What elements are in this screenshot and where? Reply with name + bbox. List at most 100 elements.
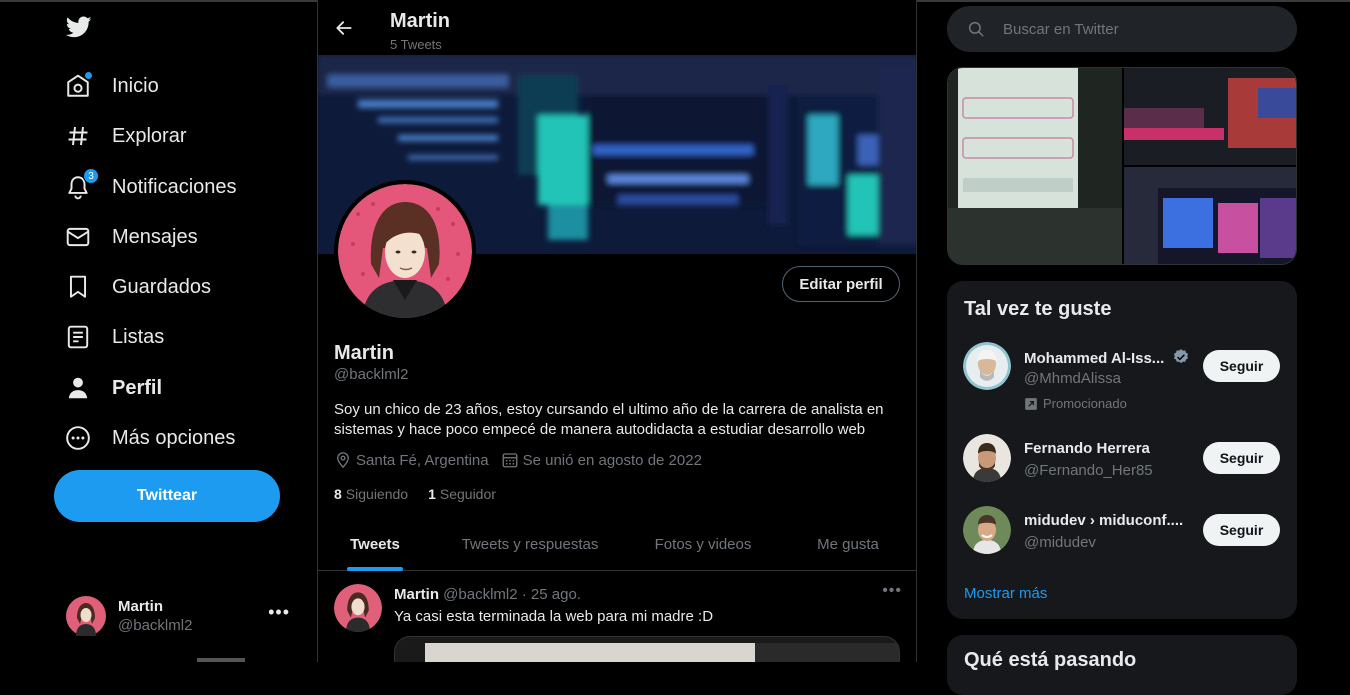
follow-button[interactable]: Seguir	[1203, 442, 1280, 474]
tweet-meta: @backlml2 · 25 ago.	[443, 586, 581, 603]
suggestion-handle: @Fernando_Her85	[1024, 462, 1153, 479]
joined-item: Se unió en agosto de 2022	[501, 451, 702, 469]
followers-link[interactable]: 1 Seguidor	[428, 486, 496, 502]
tab-me-gusta[interactable]: Me gusta	[778, 518, 916, 571]
nav-label: Inicio	[112, 74, 159, 97]
tweet-author[interactable]: Martin	[394, 586, 439, 603]
profile-name: Martin	[334, 342, 394, 364]
nav-label: Más opciones	[112, 426, 236, 449]
following-link[interactable]: 8 Siguiendo	[334, 486, 408, 502]
right-sidebar: Tal vez te guste Mohammed Al-Iss... @Mhm…	[947, 0, 1297, 695]
avatar	[963, 434, 1011, 482]
search-input[interactable]	[1003, 20, 1263, 38]
suggestion-row[interactable]: midudev › miduconf.... @midudev Seguir	[947, 506, 1297, 578]
profile-header: Martin 5 Tweets	[318, 0, 916, 54]
joined-text: Se unió en agosto de 2022	[522, 451, 702, 469]
suggestion-handle: @MhmdAlissa	[1024, 370, 1121, 387]
calendar-icon	[502, 453, 518, 468]
nav-item-perfil[interactable]: Perfil	[64, 366, 162, 410]
nav-item-listas[interactable]: Listas	[64, 315, 164, 359]
bookmark-icon	[64, 273, 92, 301]
unread-dot	[85, 72, 92, 79]
tweet-header: Martin @backlml2 · 25 ago.	[394, 586, 581, 603]
tab-tweets[interactable]: Tweets	[318, 518, 432, 571]
follow-stats: 8 Siguiendo 1 Seguidor	[334, 486, 516, 502]
nav-item-mensajes[interactable]: Mensajes	[64, 215, 198, 259]
account-name: Martin	[118, 598, 163, 615]
follow-button[interactable]: Seguir	[1203, 514, 1280, 546]
who-to-follow-card: Tal vez te guste Mohammed Al-Iss... @Mhm…	[947, 281, 1297, 619]
avatar	[66, 596, 106, 636]
location-item: Santa Fé, Argentina	[334, 451, 489, 469]
following-count: 8	[334, 486, 342, 502]
twitter-logo-icon[interactable]	[64, 14, 96, 44]
nav-label: Mensajes	[112, 225, 198, 248]
nav-label: Perfil	[112, 376, 163, 399]
nav-label: Notificaciones	[112, 175, 237, 198]
tweet-item[interactable]: Martin @backlml2 · 25 ago. ••• Ya casi e…	[318, 572, 916, 662]
suggestion-name: Mohammed Al-Iss...	[1024, 348, 1190, 367]
followers-count: 1	[428, 486, 436, 502]
bell-icon: 3	[64, 168, 99, 201]
profile-tabs: Tweets Tweets y respuestas Fotos y video…	[318, 518, 916, 571]
followers-label: Seguidor	[439, 486, 496, 502]
list-icon	[64, 323, 92, 351]
profile-meta: Santa Fé, Argentina Se unió en agosto de…	[334, 451, 714, 469]
nav-label: Guardados	[112, 275, 211, 298]
tweet-text: Ya casi esta terminada la web para mi ma…	[394, 608, 714, 625]
promoted-label: Promocionado	[1024, 396, 1127, 411]
whats-happening-card: Qué está pasando	[947, 635, 1297, 695]
tab-tweets-y-respuestas[interactable]: Tweets y respuestas	[432, 518, 628, 571]
account-switcher[interactable]: Martin @backlml2 •••	[54, 584, 304, 648]
nav-label: Listas	[112, 325, 165, 348]
suggestion-name: Fernando Herrera	[1024, 440, 1150, 457]
left-sidebar: Inicio Explorar 3 Notificaciones Mensaje…	[0, 0, 318, 662]
more-dots-icon[interactable]: •••	[882, 582, 902, 600]
person-icon	[64, 374, 92, 402]
card-title: Tal vez te guste	[964, 298, 1112, 320]
tab-fotos-y-videos[interactable]: Fotos y videos	[628, 518, 778, 571]
more-circle-icon	[64, 424, 92, 452]
hashtag-icon	[64, 122, 92, 150]
account-handle: @backlml2	[118, 617, 193, 634]
profile-column: Martin 5 Tweets Editar perfil Martin @ba…	[317, 0, 917, 662]
profile-media-grid[interactable]	[947, 67, 1297, 265]
profile-bio: Soy un chico de 23 años, estoy cursando …	[334, 401, 884, 438]
tweet-media[interactable]	[394, 636, 900, 662]
nav-item-notificaciones[interactable]: 3 Notificaciones	[64, 165, 237, 209]
edit-profile-button[interactable]: Editar perfil	[782, 266, 900, 302]
promoted-arrow-icon	[1025, 397, 1037, 410]
avatar	[963, 342, 1011, 390]
follow-button[interactable]: Seguir	[1203, 350, 1280, 382]
location-text: Santa Fé, Argentina	[356, 451, 489, 469]
avatar[interactable]	[334, 584, 382, 632]
suggestion-name: midudev › miduconf....	[1024, 512, 1184, 529]
suggestion-row[interactable]: Mohammed Al-Iss... @MhmdAlissa Promocion…	[947, 342, 1297, 414]
back-arrow-icon[interactable]	[334, 18, 356, 40]
envelope-icon	[64, 223, 92, 251]
profile-avatar[interactable]	[334, 180, 476, 322]
nav-item-explorar[interactable]: Explorar	[64, 114, 186, 158]
suggestion-handle: @midudev	[1024, 534, 1096, 551]
profile-handle: @backlml2	[334, 366, 409, 383]
nav-item-guardados[interactable]: Guardados	[64, 265, 211, 309]
nav-label: Explorar	[112, 124, 187, 147]
search-icon	[968, 21, 984, 37]
search-bar[interactable]	[947, 6, 1297, 52]
verified-badge-icon	[1174, 349, 1189, 364]
show-more-link[interactable]: Mostrar más	[964, 585, 1047, 602]
suggestion-row[interactable]: Fernando Herrera @Fernando_Her85 Seguir	[947, 434, 1297, 506]
tweet-button[interactable]: Twittear	[54, 470, 280, 522]
scroll-indicator	[197, 658, 245, 662]
card-title: Qué está pasando	[964, 649, 1137, 671]
avatar	[963, 506, 1011, 554]
page-title: Martin	[390, 10, 450, 32]
more-dots-icon[interactable]: •••	[268, 602, 290, 623]
home-icon	[64, 72, 92, 100]
tweet-count: 5 Tweets	[390, 37, 442, 52]
notification-badge: 3	[83, 168, 99, 184]
nav-item-inicio[interactable]: Inicio	[64, 64, 159, 108]
nav-item-mas-opciones[interactable]: Más opciones	[64, 416, 235, 460]
following-label: Siguiendo	[345, 486, 409, 502]
location-pin-icon	[337, 452, 349, 469]
